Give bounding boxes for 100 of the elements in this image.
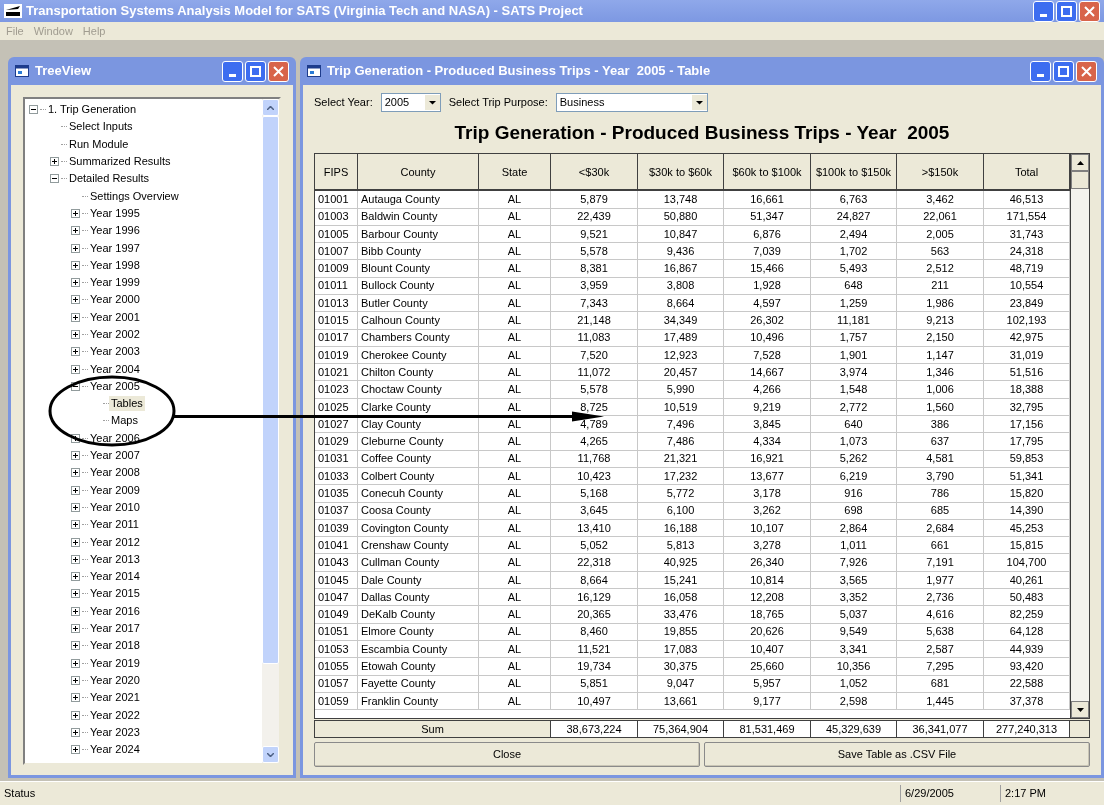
- year-dropdown[interactable]: 2005: [380, 92, 441, 112]
- expand-toggle[interactable]: [71, 243, 80, 253]
- expand-toggle[interactable]: [71, 710, 80, 720]
- tree-item[interactable]: Year 2023: [88, 724, 142, 740]
- close-button[interactable]: [1079, 0, 1100, 22]
- column-header[interactable]: $100k to $150k: [811, 154, 897, 191]
- expand-toggle[interactable]: [71, 468, 80, 478]
- scroll-up-button[interactable]: [1071, 154, 1089, 171]
- expand-toggle[interactable]: [71, 364, 80, 374]
- tree-item[interactable]: Year 2008: [88, 465, 142, 481]
- tree-item[interactable]: Year 2010: [88, 499, 142, 515]
- tree-item[interactable]: Detailed Results: [67, 171, 152, 187]
- save-csv-button[interactable]: Save Table as .CSV File: [704, 742, 1090, 767]
- column-header[interactable]: $30k to $60k: [638, 154, 724, 191]
- tree-item[interactable]: Tables: [109, 396, 145, 412]
- tree-item[interactable]: Year 2020: [88, 672, 142, 688]
- column-header[interactable]: $60k to $100k: [724, 154, 811, 191]
- expand-toggle[interactable]: [71, 502, 80, 512]
- tree-item[interactable]: Year 2011: [88, 517, 141, 533]
- tree-item[interactable]: Maps: [109, 413, 140, 429]
- tree-item[interactable]: Year 2002: [88, 327, 142, 342]
- minimize-button[interactable]: [1030, 60, 1051, 82]
- table-cell: 51,347: [724, 208, 811, 226]
- close-button[interactable]: [268, 60, 289, 82]
- tree-item[interactable]: Year 2012: [88, 534, 142, 550]
- tree-item[interactable]: Year 2009: [88, 482, 142, 498]
- column-header[interactable]: FIPS: [315, 154, 358, 191]
- expand-toggle[interactable]: [71, 347, 80, 357]
- tree-item[interactable]: Summarized Results: [67, 154, 173, 170]
- table-cell: 9,549: [811, 623, 897, 641]
- tree-item[interactable]: Year 2015: [88, 586, 142, 602]
- tree-item[interactable]: Year 2014: [88, 569, 142, 585]
- expand-toggle[interactable]: [71, 330, 80, 339]
- close-button[interactable]: [1076, 60, 1097, 82]
- expand-toggle[interactable]: [71, 226, 80, 236]
- scroll-down-button[interactable]: [1071, 701, 1089, 718]
- expand-toggle[interactable]: [71, 658, 80, 668]
- minimize-button[interactable]: [1033, 0, 1054, 22]
- tree-item[interactable]: Year 2007: [88, 448, 142, 464]
- tree-item[interactable]: Year 2005: [88, 378, 142, 394]
- tree-item[interactable]: Year 2006: [88, 430, 142, 446]
- expand-toggle[interactable]: [71, 278, 80, 288]
- expand-toggle[interactable]: [71, 208, 80, 218]
- expand-toggle[interactable]: [71, 295, 80, 305]
- expand-toggle[interactable]: [71, 589, 80, 599]
- tree-item[interactable]: Year 2019: [88, 655, 142, 671]
- tree-item[interactable]: Year 2001: [88, 309, 142, 325]
- expand-toggle[interactable]: [71, 745, 80, 755]
- expand-toggle[interactable]: [71, 260, 80, 270]
- column-header[interactable]: <$30k: [551, 154, 638, 191]
- tree-item[interactable]: Year 1998: [88, 257, 142, 273]
- expand-toggle[interactable]: [71, 537, 80, 547]
- expand-toggle[interactable]: [50, 157, 59, 167]
- tree-item[interactable]: Year 2003: [88, 344, 142, 360]
- expand-toggle[interactable]: [71, 727, 80, 737]
- tree-item[interactable]: Year 1997: [88, 240, 142, 256]
- tree-item[interactable]: Year 2022: [88, 707, 142, 723]
- scroll-thumb[interactable]: [1071, 171, 1089, 189]
- tree-item[interactable]: Year 1999: [88, 275, 142, 291]
- tree-item[interactable]: Year 2016: [88, 603, 142, 619]
- tree-item[interactable]: Year 2024: [88, 742, 142, 758]
- tree-item[interactable]: 1. Trip Generation: [46, 102, 139, 118]
- expand-toggle[interactable]: [71, 606, 80, 616]
- tree-item[interactable]: Year 1995: [88, 205, 142, 221]
- close-table-button[interactable]: Close: [314, 742, 700, 767]
- maximize-button[interactable]: [1056, 0, 1077, 22]
- tree-item[interactable]: Year 2018: [88, 638, 142, 654]
- column-header[interactable]: >$150k: [897, 154, 984, 191]
- expand-toggle[interactable]: [71, 520, 80, 530]
- tree-item[interactable]: Year 2013: [88, 551, 142, 567]
- expand-toggle[interactable]: [71, 675, 80, 685]
- tree-item[interactable]: Year 2017: [88, 621, 142, 637]
- expand-toggle[interactable]: [71, 693, 80, 703]
- tree-item[interactable]: Select Inputs: [67, 119, 135, 135]
- tree-item[interactable]: Run Module: [67, 136, 131, 152]
- expand-toggle[interactable]: [71, 624, 80, 634]
- purpose-dropdown[interactable]: Business: [555, 92, 708, 112]
- tree-item[interactable]: Settings Overview: [88, 188, 181, 204]
- maximize-button[interactable]: [1053, 60, 1074, 82]
- tree-item[interactable]: Year 2004: [88, 361, 142, 377]
- collapse-toggle[interactable]: [71, 381, 80, 391]
- expand-toggle[interactable]: [71, 641, 80, 651]
- collapse-toggle[interactable]: [50, 174, 59, 184]
- column-header[interactable]: Total: [984, 154, 1070, 191]
- table-cell: AL: [479, 467, 551, 486]
- collapse-toggle[interactable]: [29, 105, 38, 115]
- expand-toggle[interactable]: [71, 485, 80, 495]
- column-header[interactable]: State: [479, 154, 551, 191]
- minimize-button[interactable]: [222, 60, 243, 82]
- maximize-button[interactable]: [245, 60, 266, 82]
- expand-toggle[interactable]: [71, 451, 80, 461]
- tree-item[interactable]: Year 2021: [88, 690, 142, 706]
- table-scrollbar[interactable]: [1070, 154, 1089, 718]
- tree-item[interactable]: Year 2000: [88, 292, 142, 308]
- expand-toggle[interactable]: [71, 572, 80, 582]
- expand-toggle[interactable]: [71, 433, 80, 443]
- expand-toggle[interactable]: [71, 312, 80, 322]
- expand-toggle[interactable]: [71, 554, 80, 564]
- column-header[interactable]: County: [358, 154, 479, 191]
- tree-item[interactable]: Year 1996: [88, 223, 142, 239]
